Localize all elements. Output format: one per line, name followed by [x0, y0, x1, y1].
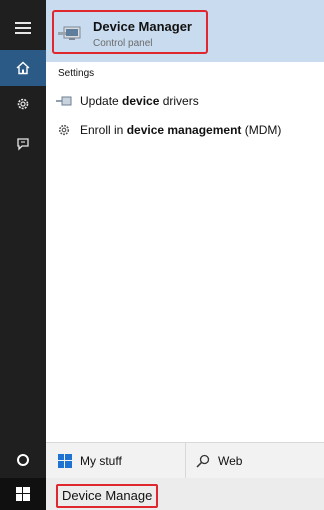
hamburger-icon	[15, 22, 31, 34]
device-manager-icon	[58, 24, 84, 47]
tab-my-stuff[interactable]: My stuff	[46, 443, 186, 479]
search-input[interactable]: Device Manage	[56, 484, 159, 508]
windows-logo-icon	[58, 454, 72, 468]
result-text-post: drivers	[159, 94, 199, 108]
result-text-pre: Update	[80, 94, 123, 108]
tab-web-label: Web	[218, 454, 243, 468]
feedback-icon	[17, 138, 29, 151]
windows-start-icon	[16, 487, 30, 501]
search-icon	[196, 454, 210, 468]
scope-tabs: My stuff Web	[46, 442, 324, 479]
left-rail	[0, 0, 46, 478]
cortana-button[interactable]	[0, 442, 46, 478]
best-match-subtitle: Control panel	[93, 38, 153, 49]
result-text-match: device management	[126, 123, 242, 137]
taskbar	[0, 478, 324, 510]
result-update-device-drivers[interactable]: Update device drivers	[54, 90, 316, 112]
result-text: Update device drivers	[80, 94, 199, 108]
result-text: Enroll in device management (MDM)	[80, 123, 281, 137]
result-text-match: device	[122, 94, 160, 108]
gear-icon	[54, 124, 74, 136]
tab-web[interactable]: Web	[186, 443, 324, 479]
settings-section-heading: Settings	[58, 68, 95, 79]
result-text-post: (MDM)	[241, 123, 282, 137]
start-button[interactable]	[0, 478, 46, 510]
home-icon	[16, 61, 30, 75]
best-match-title: Device Manager	[93, 19, 192, 34]
notebook-settings-button[interactable]	[0, 86, 46, 122]
home-button[interactable]	[0, 50, 46, 86]
tab-my-stuff-label: My stuff	[80, 454, 122, 468]
feedback-button[interactable]	[0, 126, 46, 162]
device-driver-icon	[54, 96, 74, 106]
result-enroll-device-management[interactable]: Enroll in device management (MDM)	[54, 119, 316, 141]
result-text-pre: Enroll in	[80, 123, 127, 137]
settings-icon	[17, 98, 29, 110]
hamburger-menu-button[interactable]	[0, 10, 46, 46]
cortana-circle-icon	[17, 454, 29, 466]
cortana-search-window: Device Manager Control panel Settings Up…	[0, 0, 324, 510]
